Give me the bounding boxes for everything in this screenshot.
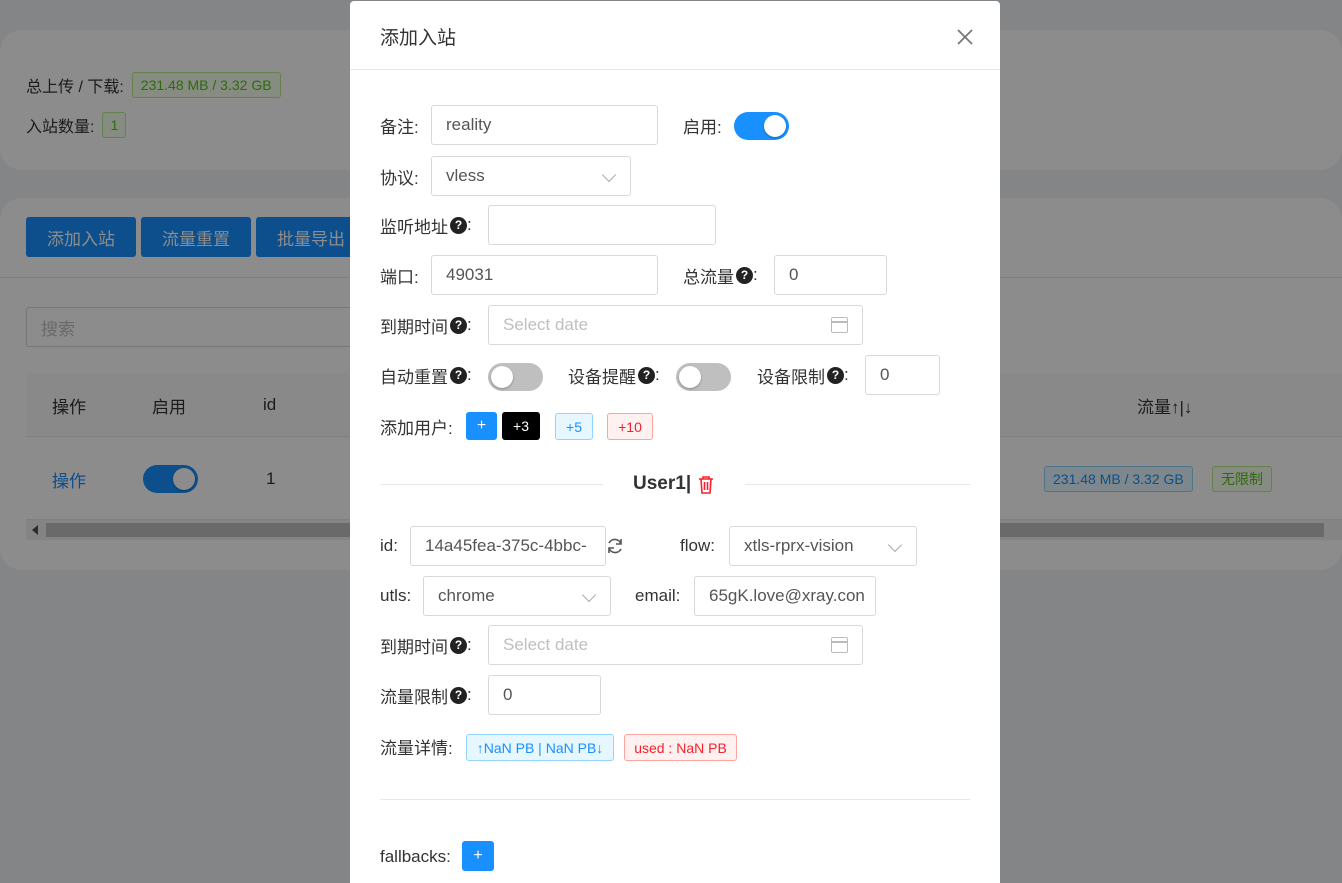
traffic-limit-label-wrap: 流量限制 ?:: [380, 675, 472, 715]
fallbacks-label: fallbacks:: [380, 847, 451, 866]
enable-toggle[interactable]: [734, 112, 789, 140]
help-icon[interactable]: ?: [736, 266, 753, 284]
expiry-label-wrap: 到期时间 ?:: [380, 305, 472, 345]
expiry-date-picker[interactable]: Select date: [488, 305, 863, 345]
protocol-label: 协议:: [380, 168, 419, 188]
help-icon[interactable]: ?: [450, 636, 467, 654]
email-label: email:: [635, 586, 681, 605]
user-expiry-placeholder: Select date: [503, 635, 589, 654]
trash-icon[interactable]: [697, 475, 715, 495]
add-user-button[interactable]: +: [466, 412, 497, 440]
modal-header: 添加入站: [350, 1, 1000, 70]
user-divider-left: [380, 484, 603, 485]
traffic-updown-badge: ↑NaN PB | NaN PB↓: [466, 734, 614, 761]
total-label: 总流量: [683, 267, 734, 287]
listen-label: 监听地址: [380, 217, 448, 237]
add-10-users-button[interactable]: +10: [607, 413, 653, 440]
add-3-users-button[interactable]: +3: [502, 412, 540, 440]
remark-label: 备注:: [380, 117, 419, 137]
user-expiry-date-picker[interactable]: Select date: [488, 625, 863, 665]
enable-label: 启用:: [683, 117, 722, 137]
modal-title: 添加入站: [380, 28, 457, 49]
help-icon[interactable]: ?: [450, 316, 467, 334]
fallbacks-divider: [380, 799, 970, 800]
utls-label: utls:: [380, 586, 412, 605]
add-5-users-button[interactable]: +5: [555, 413, 593, 440]
device-limit-label: 设备限制: [757, 367, 825, 387]
chevron-down-icon: [601, 167, 617, 183]
add-fallback-button[interactable]: +: [462, 841, 494, 871]
calendar-icon: [831, 637, 848, 653]
refresh-icon[interactable]: [605, 536, 625, 556]
protocol-value: vless: [446, 166, 485, 185]
utls-value: chrome: [438, 586, 495, 605]
device-alert-label-wrap: 设备提醒 ?:: [568, 355, 660, 395]
user-id-input[interactable]: 14a45fea-375c-4bbc-: [410, 526, 606, 566]
traffic-limit-label: 流量限制: [380, 687, 448, 707]
email-input[interactable]: 65gK.love@xray.con: [694, 576, 876, 616]
help-icon[interactable]: ?: [450, 366, 467, 384]
flow-value: xtls-rprx-vision: [744, 536, 854, 555]
auto-reset-toggle[interactable]: [488, 363, 543, 391]
device-alert-label: 设备提醒: [568, 367, 636, 387]
traffic-used-badge: used : NaN PB: [624, 734, 737, 761]
protocol-select[interactable]: vless: [431, 156, 631, 196]
traffic-limit-input[interactable]: 0: [488, 675, 601, 715]
calendar-icon: [831, 317, 848, 333]
expiry-date-placeholder: Select date: [503, 315, 589, 334]
remark-input[interactable]: reality: [431, 105, 658, 145]
auto-reset-label-wrap: 自动重置 ?:: [380, 355, 472, 395]
traffic-detail-label: 流量详情:: [380, 738, 453, 758]
auto-reset-label: 自动重置: [380, 367, 448, 387]
utls-select[interactable]: chrome: [423, 576, 611, 616]
help-icon[interactable]: ?: [638, 366, 655, 384]
add-inbound-modal: 添加入站 备注: reality 启用: 协议: vless 监听地址 ?: 端…: [350, 1, 1000, 883]
port-input[interactable]: 49031: [431, 255, 658, 295]
listen-label-wrap: 监听地址 ?:: [380, 205, 472, 245]
user-divider-right: [745, 484, 970, 485]
device-alert-toggle[interactable]: [676, 363, 731, 391]
user-expiry-label-wrap: 到期时间 ?:: [380, 625, 472, 665]
close-icon[interactable]: [953, 25, 977, 49]
add-user-label: 添加用户:: [380, 418, 453, 438]
user-title: User1|: [633, 473, 692, 494]
expiry-label: 到期时间: [380, 317, 448, 337]
flow-label: flow:: [680, 536, 715, 555]
user-expiry-label: 到期时间: [380, 637, 448, 657]
user-id-label: id:: [380, 536, 398, 555]
help-icon[interactable]: ?: [450, 686, 467, 704]
port-label: 端口:: [380, 267, 419, 287]
chevron-down-icon: [887, 537, 903, 553]
total-label-wrap: 总流量 ?:: [683, 255, 758, 295]
device-limit-input[interactable]: 0: [865, 355, 940, 395]
device-limit-label-wrap: 设备限制 ?:: [757, 355, 849, 395]
flow-select[interactable]: xtls-rprx-vision: [729, 526, 917, 566]
chevron-down-icon: [581, 587, 597, 603]
listen-input[interactable]: [488, 205, 716, 245]
help-icon[interactable]: ?: [827, 366, 844, 384]
total-traffic-input[interactable]: 0: [774, 255, 887, 295]
help-icon[interactable]: ?: [450, 216, 467, 234]
